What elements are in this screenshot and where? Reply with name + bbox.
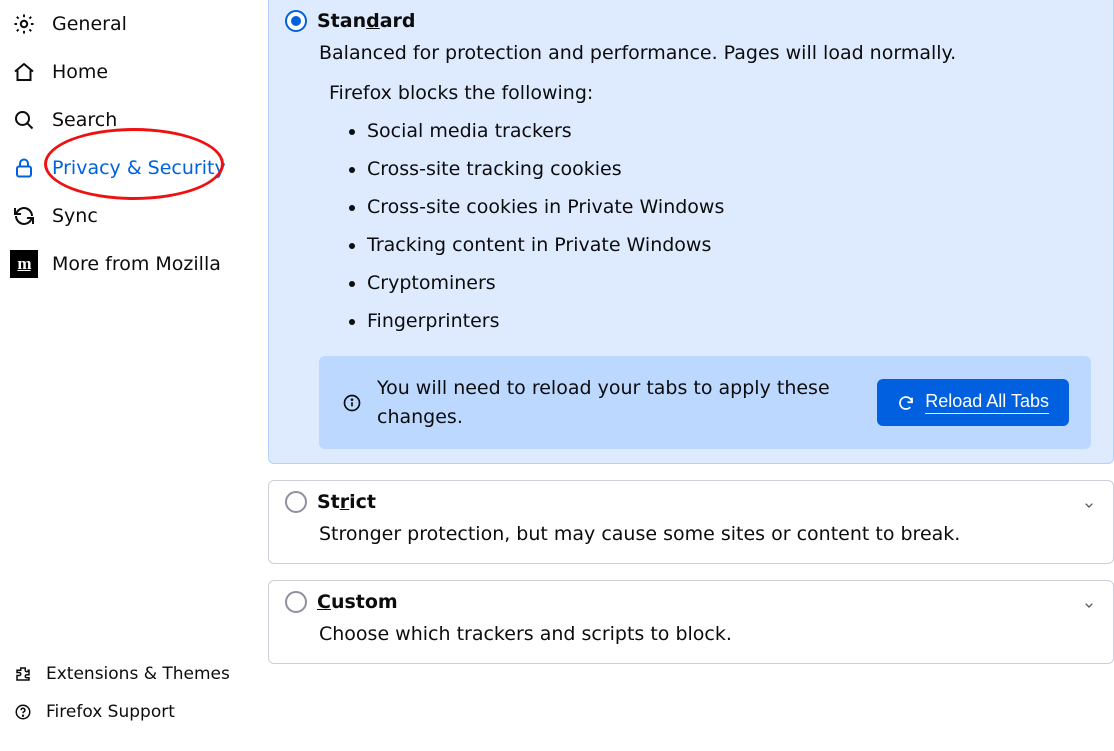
sidebar-item-firefox-support[interactable]: Firefox Support bbox=[0, 693, 260, 731]
sidebar-item-label: Extensions & Themes bbox=[46, 664, 230, 684]
sidebar-item-label: More from Mozilla bbox=[52, 253, 221, 275]
radio-custom[interactable] bbox=[285, 591, 307, 613]
mozilla-icon: m bbox=[10, 250, 38, 278]
option-desc-standard: Balanced for protection and performance.… bbox=[319, 42, 1091, 64]
block-item: Tracking content in Private Windows bbox=[367, 226, 1091, 264]
settings-content: Standard {} Balanced for protection and … bbox=[260, 0, 1114, 751]
option-desc-strict: Stronger protection, but may cause some … bbox=[319, 523, 1091, 545]
settings-sidebar: General Home Search Privacy & Security bbox=[0, 0, 260, 751]
search-icon bbox=[10, 106, 38, 134]
sidebar-item-home[interactable]: Home bbox=[0, 48, 260, 96]
radio-standard[interactable] bbox=[285, 10, 307, 32]
block-item: Cryptominers bbox=[367, 264, 1091, 302]
lock-icon bbox=[10, 154, 38, 182]
block-item: Fingerprinters bbox=[367, 302, 1091, 340]
sidebar-item-search[interactable]: Search bbox=[0, 96, 260, 144]
chevron-down-icon[interactable] bbox=[1079, 595, 1099, 615]
reload-all-tabs-button[interactable]: Reload All Tabs bbox=[877, 379, 1069, 426]
sidebar-item-label: Firefox Support bbox=[46, 702, 175, 722]
radio-strict[interactable] bbox=[285, 491, 307, 513]
info-icon bbox=[341, 392, 363, 414]
sidebar-item-label: Privacy & Security bbox=[52, 157, 226, 179]
reload-icon bbox=[897, 394, 915, 412]
sidebar-item-sync[interactable]: Sync bbox=[0, 192, 260, 240]
blocks-heading: Firefox blocks the following: bbox=[329, 82, 1091, 104]
blocks-list: Social media trackers Cross-site trackin… bbox=[347, 112, 1091, 340]
sidebar-item-general[interactable]: General bbox=[0, 0, 260, 48]
chevron-down-icon[interactable] bbox=[1079, 495, 1099, 515]
sidebar-item-extensions-themes[interactable]: Extensions & Themes bbox=[0, 655, 260, 693]
sidebar-item-label: Search bbox=[52, 109, 117, 131]
home-icon bbox=[10, 58, 38, 86]
sync-icon bbox=[10, 202, 38, 230]
option-desc-custom: Choose which trackers and scripts to blo… bbox=[319, 623, 1091, 645]
option-title-standard: Standard bbox=[317, 10, 416, 32]
gear-icon bbox=[10, 10, 38, 38]
reload-button-label: Reload All Tabs bbox=[925, 391, 1049, 414]
block-item: Social media trackers bbox=[367, 112, 1091, 150]
tracking-option-strict[interactable]: Strict Stronger protection, but may caus… bbox=[268, 480, 1114, 564]
sidebar-item-label: Home bbox=[52, 61, 108, 83]
option-title-strict: Strict bbox=[317, 491, 376, 513]
reload-message: You will need to reload your tabs to app… bbox=[377, 374, 863, 431]
reload-banner: You will need to reload your tabs to app… bbox=[319, 356, 1091, 449]
sidebar-item-more-mozilla[interactable]: m More from Mozilla bbox=[0, 240, 260, 288]
block-item: Cross-site cookies in Private Windows bbox=[367, 188, 1091, 226]
tracking-option-standard[interactable]: Standard {} Balanced for protection and … bbox=[268, 0, 1114, 464]
sidebar-item-label: Sync bbox=[52, 205, 98, 227]
block-item: Cross-site tracking cookies bbox=[367, 150, 1091, 188]
help-icon bbox=[12, 701, 34, 723]
option-title-custom: Custom bbox=[317, 591, 398, 613]
tracking-option-custom[interactable]: Custom Choose which trackers and scripts… bbox=[268, 580, 1114, 664]
puzzle-icon bbox=[12, 663, 34, 685]
sidebar-item-privacy-security[interactable]: Privacy & Security bbox=[0, 144, 260, 192]
sidebar-item-label: General bbox=[52, 13, 127, 35]
